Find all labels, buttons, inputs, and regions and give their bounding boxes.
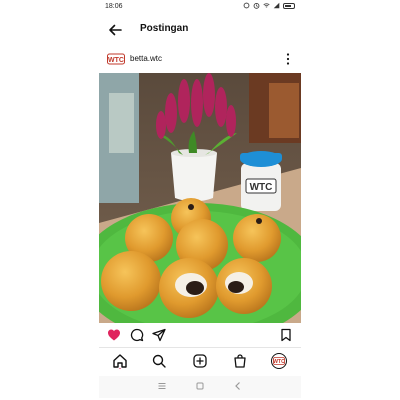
top-bar: Postingan bbox=[99, 18, 301, 42]
avatar-logo-text: WTC bbox=[108, 57, 124, 64]
nav-divider bbox=[99, 347, 301, 348]
post-username[interactable]: betta.wtc bbox=[130, 54, 162, 63]
wifi-icon bbox=[263, 3, 270, 8]
profile-logo-text: WTC bbox=[273, 359, 285, 365]
avatar-icon[interactable]: WTC bbox=[271, 353, 287, 369]
search-icon[interactable] bbox=[151, 353, 167, 369]
status-bar: 18:06 bbox=[99, 0, 301, 14]
comment-icon[interactable] bbox=[130, 328, 144, 342]
bottom-nav: WTC bbox=[99, 350, 301, 374]
instagram-post-screen: 18:06 Postingan WTC betta.wtc WTC WTC bbox=[99, 0, 301, 400]
shopping-bag-icon[interactable] bbox=[232, 353, 248, 369]
heart-icon[interactable] bbox=[107, 328, 121, 342]
send-icon[interactable] bbox=[152, 328, 166, 342]
more-vertical-icon[interactable] bbox=[285, 52, 291, 66]
menu-icon[interactable] bbox=[157, 381, 167, 391]
profile-logo: WTC bbox=[273, 357, 285, 365]
jar-label: WTC bbox=[250, 182, 273, 193]
post-header: WTC betta.wtc bbox=[99, 50, 301, 68]
post-actions bbox=[99, 327, 301, 345]
avatar-logo: WTC bbox=[107, 53, 125, 65]
avatar[interactable]: WTC bbox=[107, 51, 125, 67]
page-title: Postingan bbox=[140, 23, 189, 34]
food-photo-illustration: WTC bbox=[99, 73, 301, 323]
bookmark-icon[interactable] bbox=[279, 328, 293, 342]
home-square-icon[interactable] bbox=[195, 381, 205, 391]
system-nav-bar bbox=[99, 376, 301, 398]
nfc-icon bbox=[243, 2, 250, 9]
signal-icon bbox=[273, 2, 280, 9]
status-time: 18:06 bbox=[105, 3, 123, 10]
arrow-left-icon[interactable] bbox=[107, 22, 123, 38]
battery-icon bbox=[283, 2, 295, 9]
post-photo[interactable]: WTC bbox=[99, 73, 301, 323]
alarm-icon bbox=[253, 2, 260, 9]
home-icon[interactable] bbox=[112, 353, 128, 369]
status-icons bbox=[243, 2, 295, 9]
plus-square-icon[interactable] bbox=[192, 353, 208, 369]
back-chevron-icon[interactable] bbox=[233, 381, 243, 391]
